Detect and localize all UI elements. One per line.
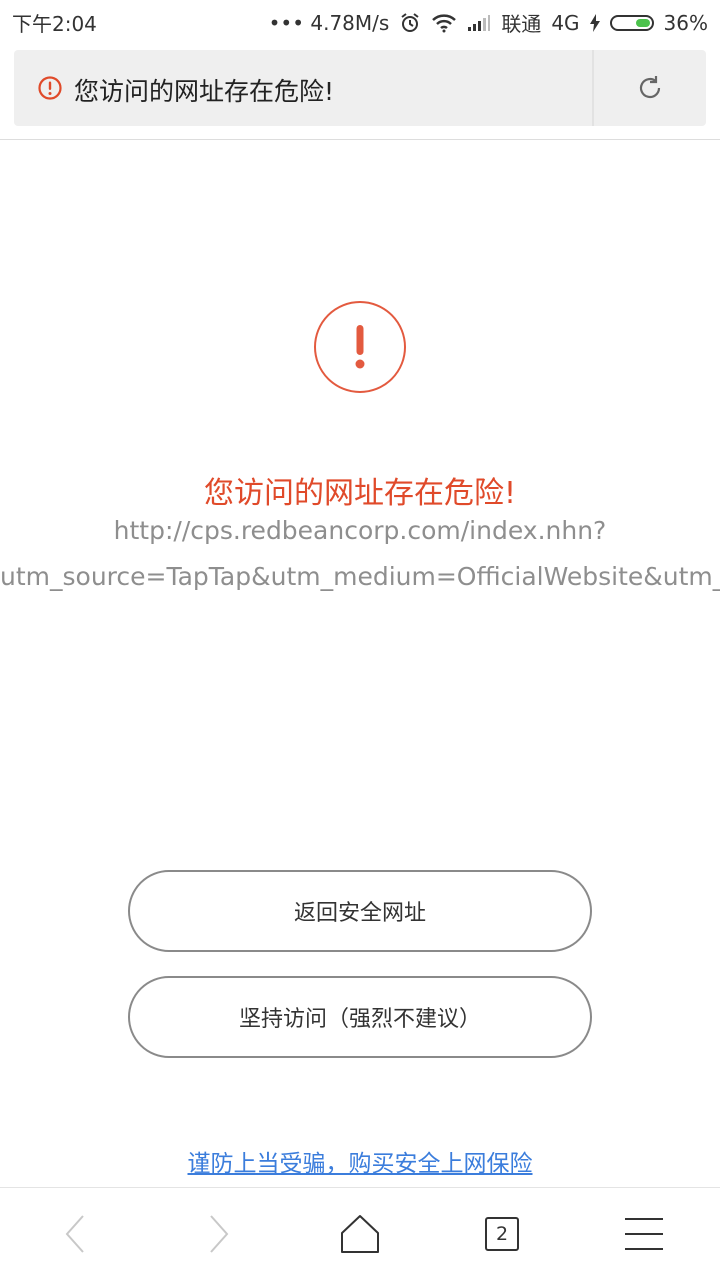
status-bar: 下午2:04 ••• 4.78M/s 联通 4G 36% bbox=[0, 0, 720, 42]
forward-arrow-icon bbox=[210, 1215, 229, 1253]
tabs-icon: 2 bbox=[485, 1217, 519, 1251]
charging-icon bbox=[589, 13, 600, 32]
menu-icon bbox=[625, 1218, 663, 1250]
tabs-button[interactable]: 2 bbox=[442, 1188, 562, 1280]
back-button[interactable] bbox=[16, 1188, 136, 1280]
home-icon bbox=[341, 1215, 379, 1253]
warning-title: 您访问的网址存在危险! bbox=[203, 476, 517, 511]
battery-icon bbox=[609, 14, 654, 31]
home-button[interactable] bbox=[300, 1188, 420, 1280]
menu-button[interactable] bbox=[584, 1188, 704, 1280]
divider bbox=[0, 139, 720, 140]
network-type: 4G bbox=[551, 10, 580, 35]
signal-icon bbox=[467, 14, 491, 32]
continue-anyway-button[interactable]: 坚持访问（强烈不建议） bbox=[128, 976, 592, 1058]
back-arrow-icon bbox=[65, 1215, 84, 1253]
status-time: 下午2:04 bbox=[12, 12, 97, 36]
address-text: 您访问的网址存在危险! bbox=[74, 77, 335, 106]
warning-big-icon bbox=[314, 301, 406, 393]
forward-button[interactable] bbox=[158, 1188, 278, 1280]
carrier: 联通 bbox=[501, 12, 542, 36]
warning-icon bbox=[38, 76, 62, 100]
reload-icon bbox=[639, 76, 661, 99]
reload-button[interactable] bbox=[594, 50, 706, 126]
alarm-icon bbox=[399, 12, 421, 34]
warning-url-line1: http://cps.redbeancorp.com/index.nhn? bbox=[113, 516, 607, 545]
back-to-safety-button[interactable]: 返回安全网址 bbox=[128, 870, 592, 952]
address-bar[interactable]: 您访问的网址存在危险! bbox=[14, 50, 706, 126]
net-speed: ••• 4.78M/s bbox=[268, 10, 390, 35]
insurance-link[interactable]: 谨防上当受骗，购买安全上网保险 bbox=[0, 1144, 720, 1178]
bottom-nav: 2 bbox=[0, 1188, 720, 1280]
battery-percent: 36% bbox=[663, 10, 708, 35]
warning-url-line2: utm_source=TapTap&utm_medium=OfficialWeb… bbox=[0, 562, 720, 591]
wifi-icon bbox=[431, 13, 457, 33]
status-right: ••• 4.78M/s 联通 4G 36% bbox=[269, 8, 708, 37]
